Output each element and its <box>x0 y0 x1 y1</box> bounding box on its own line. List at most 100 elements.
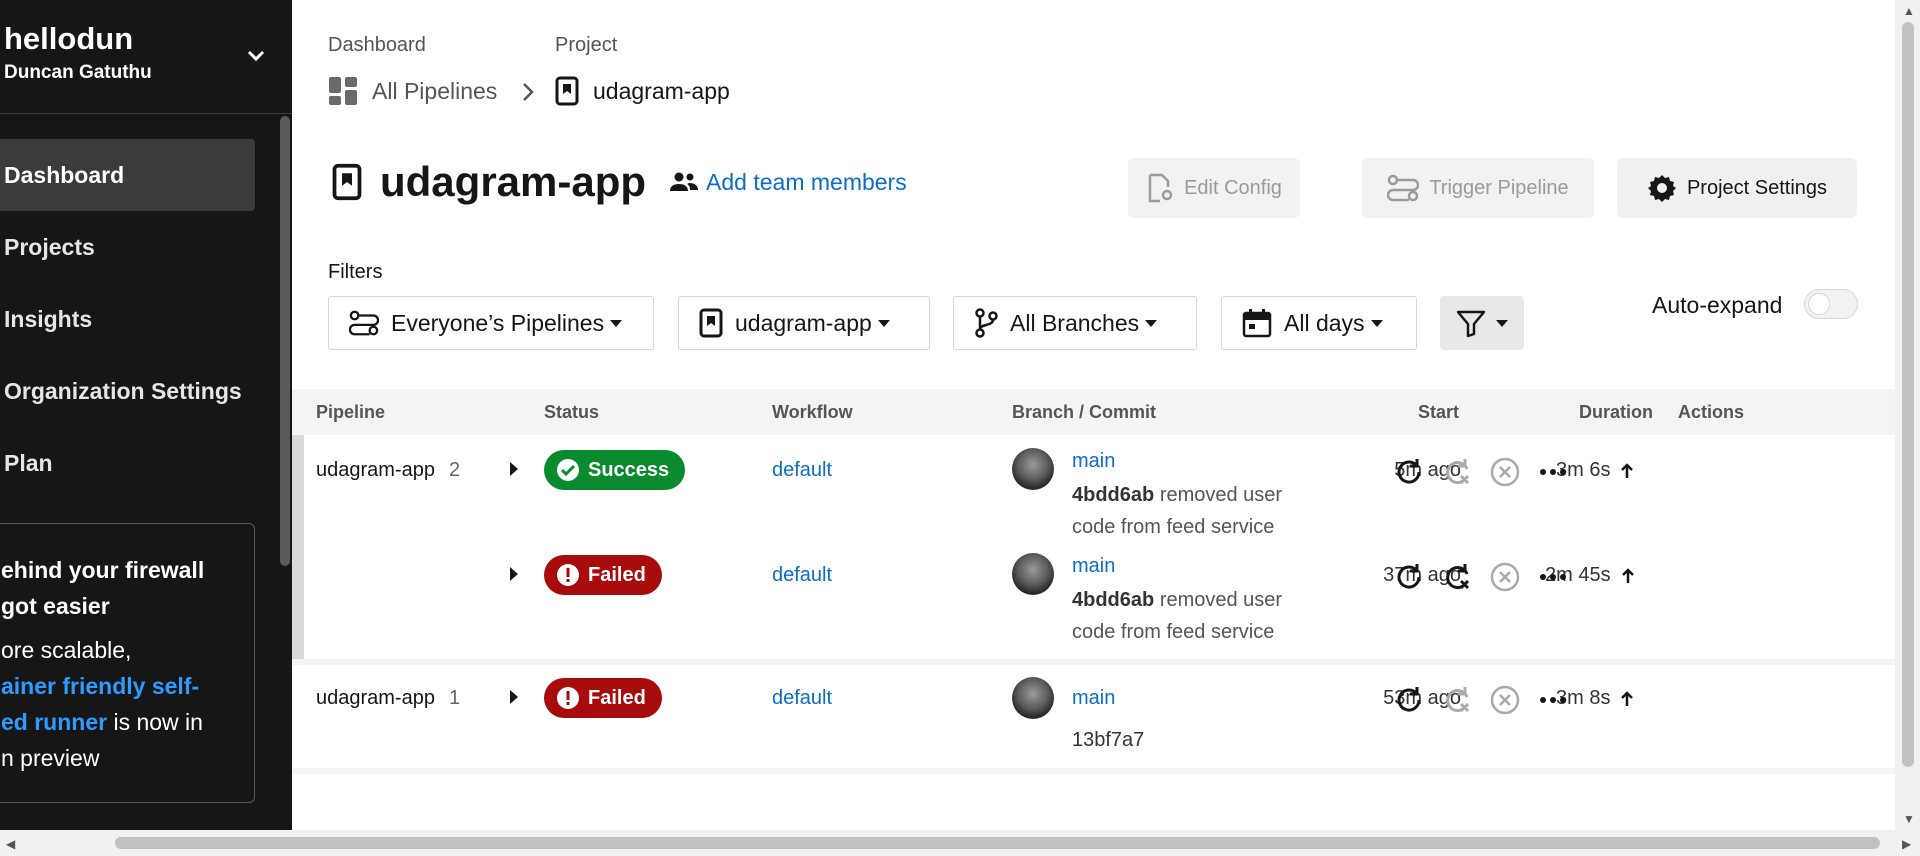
promo-title: ehind your firewall got easier <box>1 557 205 619</box>
breadcrumb-all-pipelines[interactable]: All Pipelines <box>328 76 497 106</box>
arrow-up-icon <box>1621 690 1634 706</box>
sidebar-item-dashboard[interactable]: Dashboard <box>0 139 255 211</box>
commit-message: removed user <box>1159 589 1283 611</box>
workflow-link[interactable]: default <box>772 687 832 710</box>
dashboard-grid-icon <box>328 76 358 106</box>
expand-arrow-icon[interactable] <box>510 567 518 581</box>
trigger-pipeline-button[interactable]: Trigger Pipeline <box>1362 158 1594 218</box>
sidebar-item-plan[interactable]: Plan <box>0 427 255 499</box>
auto-expand-toggle[interactable] <box>1804 289 1858 319</box>
alert-circle-icon <box>557 687 579 709</box>
project-settings-label: Project Settings <box>1686 176 1828 199</box>
rerun-failed-icon[interactable] <box>1440 560 1474 594</box>
rerun-failed-icon[interactable] <box>1440 455 1474 489</box>
more-options-icon[interactable] <box>1536 683 1570 717</box>
project-filter-value: udagram-app <box>735 309 872 336</box>
rerun-failed-icon[interactable] <box>1440 683 1474 717</box>
scroll-up-arrow-icon[interactable]: ▲ <box>1903 4 1915 18</box>
cancel-icon[interactable] <box>1488 455 1522 489</box>
vertical-scrollbar-thumb[interactable] <box>1902 22 1914 767</box>
breadcrumb-project[interactable]: udagram-app <box>555 76 730 106</box>
status-badge[interactable]: Failed <box>544 678 662 718</box>
commit-info[interactable]: 4bdd6ab removed user code from feed servi… <box>1072 584 1282 648</box>
pipeline-name[interactable]: udagram-app 1 <box>316 687 460 710</box>
status-label: Failed <box>588 686 646 709</box>
page-header: udagram-app Add team members <box>332 158 907 206</box>
cancel-icon[interactable] <box>1488 560 1522 594</box>
sidebar-item-insights[interactable]: Insights <box>0 283 255 355</box>
caret-down-icon <box>1370 319 1383 327</box>
app-root: hellodun Duncan Gatuthu Dashboard Projec… <box>0 0 1920 856</box>
commit-hash: 4bdd6ab <box>1072 589 1155 611</box>
branch-link[interactable]: main <box>1072 450 1115 473</box>
chevron-right-icon <box>523 83 534 101</box>
commit-info[interactable]: 13bf7a7 <box>1072 724 1144 756</box>
arrow-up-icon <box>1621 462 1634 478</box>
commit-message-cont: code from feed service <box>1072 621 1275 643</box>
workflow-link[interactable]: default <box>772 564 832 587</box>
days-filter-value: All days <box>1284 309 1365 336</box>
avatar <box>1012 553 1054 595</box>
cancel-icon[interactable] <box>1488 683 1522 717</box>
horizontal-scrollbar[interactable]: ◀ ▶ <box>0 830 1920 856</box>
scroll-right-arrow-icon[interactable]: ▶ <box>1902 837 1911 851</box>
scroll-down-arrow-icon[interactable]: ▼ <box>1903 812 1915 826</box>
alert-circle-icon <box>557 564 579 586</box>
pipeline-icon <box>349 310 379 336</box>
workflow-link[interactable]: default <box>772 459 832 482</box>
breadcrumb-project-name: udagram-app <box>593 77 730 104</box>
sidebar-scrollbar[interactable] <box>280 116 290 566</box>
branch-link[interactable]: main <box>1072 687 1115 710</box>
sidebar-item-organization-settings[interactable]: Organization Settings <box>0 355 255 427</box>
branch-link[interactable]: main <box>1072 555 1115 578</box>
rerun-icon[interactable] <box>1392 560 1426 594</box>
commit-info[interactable]: 4bdd6ab removed user code from feed servi… <box>1072 479 1282 543</box>
breadcrumb-project-label: Project <box>555 34 618 56</box>
add-team-members-link[interactable]: Add team members <box>670 169 907 196</box>
column-header-actions: Actions <box>1678 402 1745 422</box>
pipelines-filter-value: Everyone’s Pipelines <box>391 309 605 336</box>
edit-config-button[interactable]: Edit Config <box>1128 158 1300 218</box>
pipeline-name[interactable]: udagram-app 2 <box>316 459 460 482</box>
row-separator <box>292 659 1895 665</box>
vertical-scrollbar[interactable]: ▲ ▼ <box>1895 0 1920 830</box>
sidebar-item-projects[interactable]: Projects <box>0 211 255 283</box>
column-header-pipeline: Pipeline <box>316 402 386 422</box>
edit-config-label: Edit Config <box>1184 176 1282 199</box>
horizontal-scrollbar-thumb[interactable] <box>115 837 1880 849</box>
pipeline-name-label: udagram-app <box>316 687 435 709</box>
arrow-up-icon <box>1621 567 1634 583</box>
commit-hash: 4bdd6ab <box>1072 484 1155 506</box>
status-label: Success <box>588 458 670 481</box>
branches-filter-value: All Branches <box>1010 309 1140 336</box>
project-filter-dropdown[interactable]: udagram-app <box>678 296 930 350</box>
more-options-icon[interactable] <box>1536 560 1570 594</box>
pipeline-number: 1 <box>448 687 461 709</box>
days-filter-dropdown[interactable]: All days <box>1221 296 1417 350</box>
expand-arrow-icon[interactable] <box>510 690 518 704</box>
row-separator <box>292 768 1895 774</box>
calendar-icon <box>1242 309 1272 338</box>
rerun-icon[interactable] <box>1392 455 1426 489</box>
status-badge[interactable]: Failed <box>544 555 662 595</box>
promo-body: ore scalable, ainer friendly self- ed run… <box>1 632 254 776</box>
project-bookmark-icon <box>699 308 723 338</box>
caret-down-icon <box>1496 319 1508 327</box>
expand-arrow-icon[interactable] <box>510 462 518 476</box>
add-team-members-label: Add team members <box>706 168 907 195</box>
pipelines-filter-dropdown[interactable]: Everyone’s Pipelines <box>328 296 654 350</box>
more-filters-button[interactable] <box>1440 296 1524 350</box>
column-header-branch-commit: Branch / Commit <box>1012 402 1157 422</box>
scroll-left-arrow-icon[interactable]: ◀ <box>6 837 15 851</box>
status-badge[interactable]: Success <box>544 450 686 490</box>
more-options-icon[interactable] <box>1536 455 1570 489</box>
org-switcher[interactable]: hellodun Duncan Gatuthu <box>4 20 152 84</box>
rerun-icon[interactable] <box>1392 683 1426 717</box>
chevron-down-icon[interactable] <box>244 44 268 68</box>
project-bookmark-icon <box>332 163 362 201</box>
branches-filter-dropdown[interactable]: All Branches <box>953 296 1197 350</box>
promo-card: ehind your firewall got easier ore scala… <box>0 523 255 803</box>
toggle-knob <box>1808 293 1830 315</box>
user-name: Duncan Gatuthu <box>4 62 152 83</box>
project-settings-button[interactable]: Project Settings <box>1617 158 1857 218</box>
